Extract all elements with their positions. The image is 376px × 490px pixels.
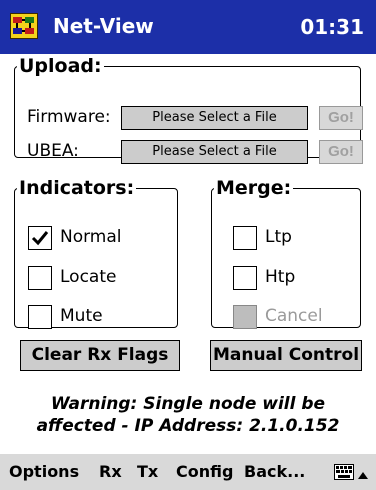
indicators-legend: Indicators: — [19, 177, 135, 199]
warning-message: Warning: Single node will be affected - … — [20, 393, 356, 437]
ubea-select-file-button[interactable]: Please Select a File — [121, 140, 308, 164]
menu-config[interactable]: Config — [176, 462, 233, 481]
checkbox-label: Htp — [265, 267, 296, 287]
warning-line-1: Warning: Single node will be — [50, 394, 326, 414]
indicators-group: Indicators: Normal Locate Mute — [14, 177, 178, 329]
checkbox-label: Mute — [60, 306, 103, 326]
clear-rx-flags-button[interactable]: Clear Rx Flags — [20, 340, 180, 371]
firmware-go-button[interactable]: Go! — [319, 106, 363, 130]
firmware-label: Firmware: — [27, 107, 111, 127]
checkmark-icon — [31, 231, 49, 246]
keyboard-icon[interactable] — [334, 464, 354, 484]
app-title: Net-View — [53, 14, 154, 38]
menu-bar: Options Rx Tx Config Back... — [0, 454, 376, 490]
checkbox-label: Ltp — [265, 227, 292, 247]
app-icon[interactable] — [10, 13, 38, 39]
manual-control-button[interactable]: Manual Control — [210, 340, 362, 371]
menu-back[interactable]: Back... — [244, 462, 305, 481]
firmware-select-file-button[interactable]: Please Select a File — [121, 106, 308, 130]
merge-legend: Merge: — [216, 177, 292, 199]
checkbox-label: Normal — [60, 227, 122, 247]
checkbox-box[interactable] — [28, 266, 52, 290]
checkbox-box[interactable] — [28, 226, 52, 250]
menu-rx[interactable]: Rx — [99, 462, 122, 481]
checkbox-label: Cancel — [265, 306, 323, 326]
checkbox-box[interactable] — [233, 226, 257, 250]
upload-legend: Upload: — [19, 55, 102, 77]
up-arrow-icon[interactable] — [357, 466, 369, 485]
menu-options[interactable]: Options — [9, 462, 79, 481]
checkbox-box[interactable] — [233, 266, 257, 290]
merge-group: Merge: Ltp Htp Cancel — [211, 177, 361, 329]
title-bar: Net-View 01:31 — [0, 0, 376, 54]
ubea-go-button[interactable]: Go! — [319, 140, 363, 164]
upload-group: Upload: Firmware: Please Select a File G… — [14, 55, 363, 164]
checkbox-label: Locate — [60, 267, 117, 287]
checkbox-box[interactable] — [28, 305, 52, 329]
warning-line-2: affected - IP Address: 2.1.0.152 — [36, 416, 340, 436]
menu-tx[interactable]: Tx — [137, 462, 158, 481]
checkbox-box[interactable] — [233, 305, 257, 329]
ubea-label: UBEA: — [27, 141, 79, 161]
clock[interactable]: 01:31 — [300, 15, 364, 39]
